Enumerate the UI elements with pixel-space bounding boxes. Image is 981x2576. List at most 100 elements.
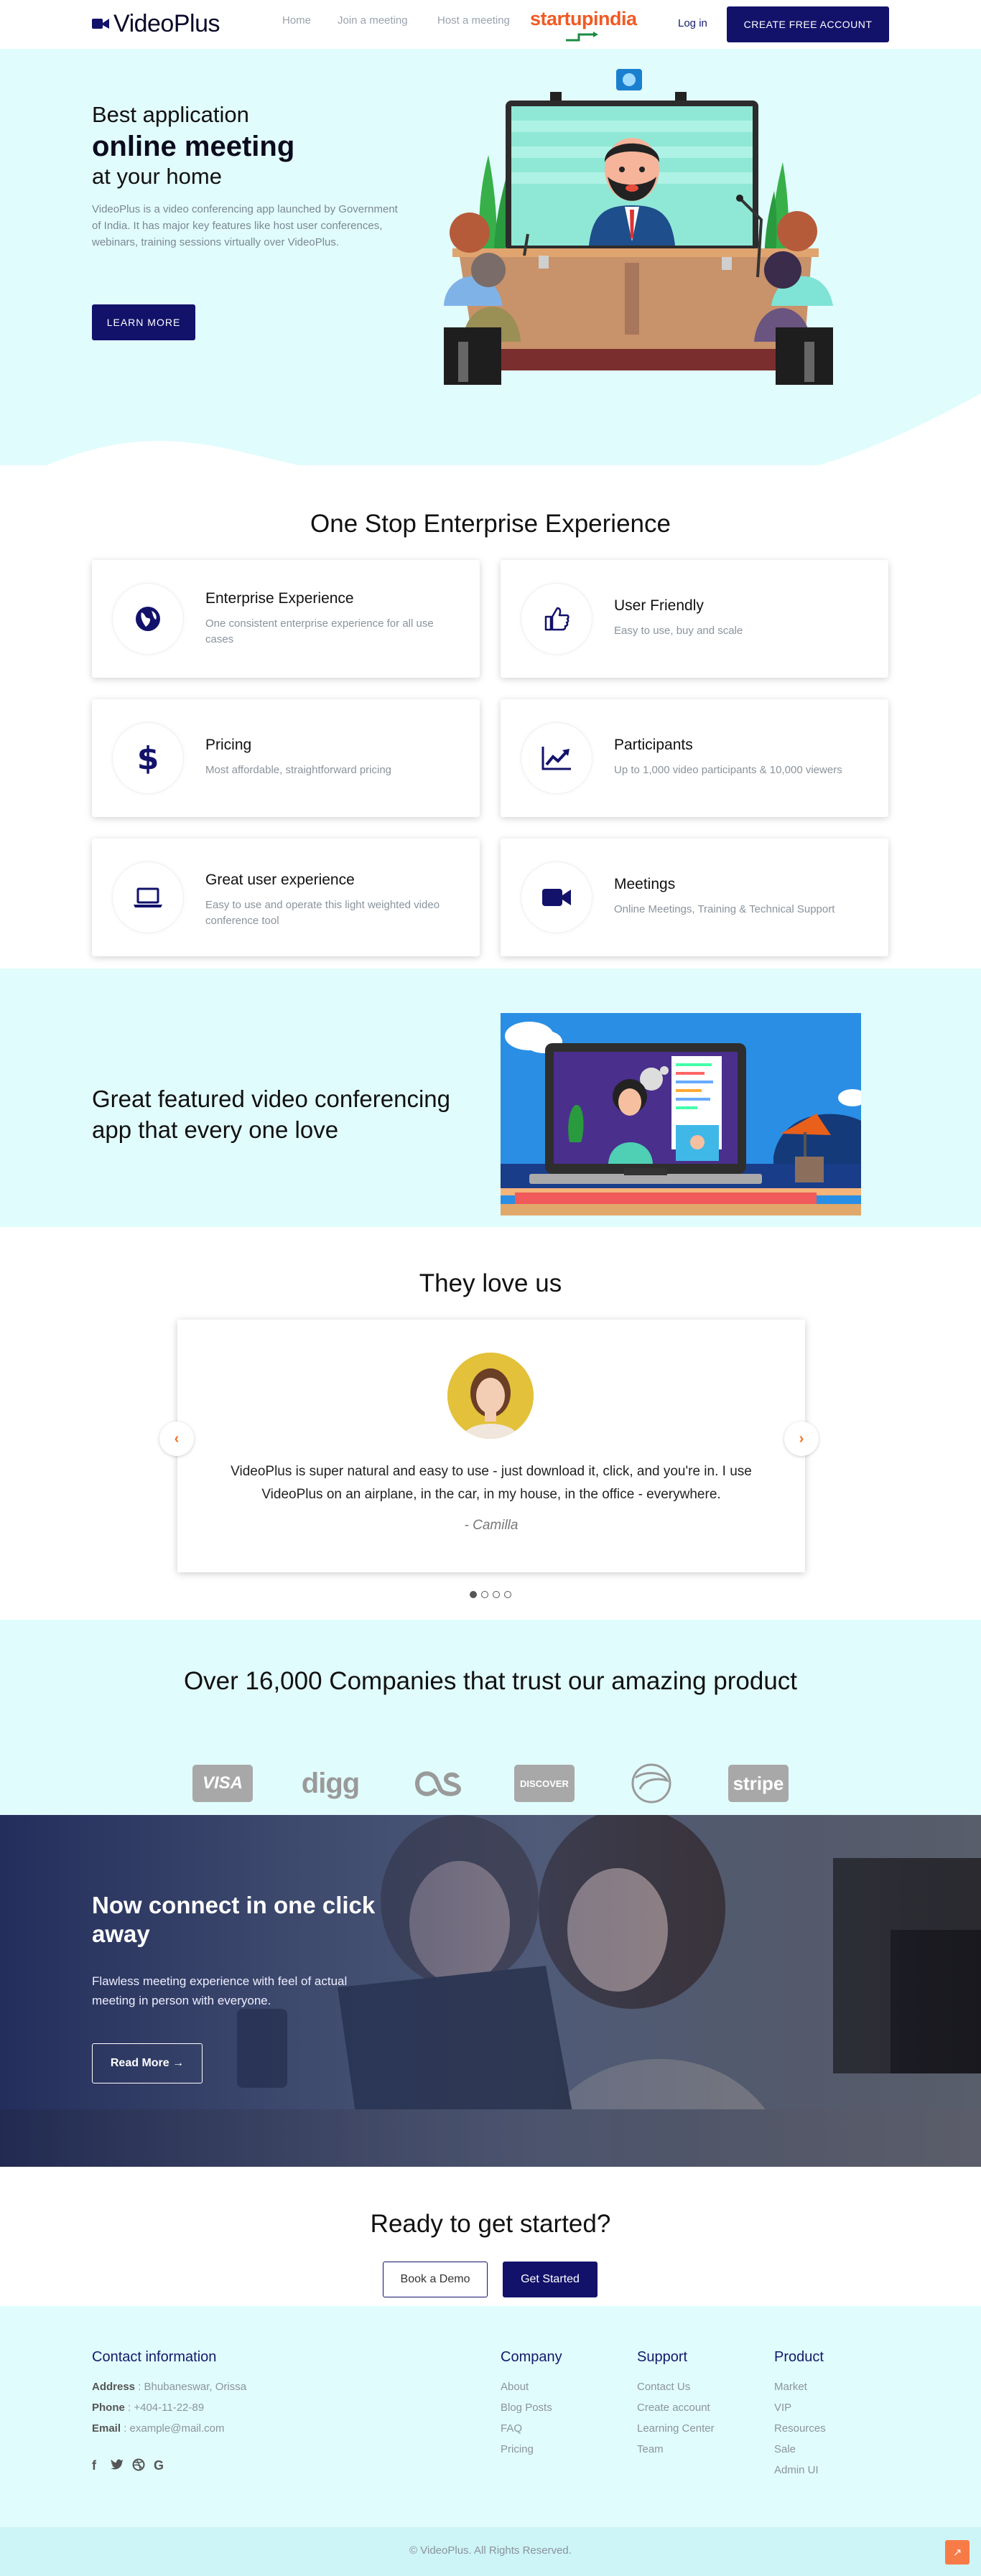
hero-heading-line1: Best application xyxy=(92,102,249,127)
companies-section: Over 16,000 Companies that trust our ama… xyxy=(0,1620,981,1815)
testimonial-author: - Camilla xyxy=(464,1518,519,1533)
testimonial-card: VideoPlus is super natural and easy to u… xyxy=(177,1320,805,1572)
footer-link-blog[interactable]: Blog Posts xyxy=(501,2402,552,2414)
footer-link-contact[interactable]: Contact Us xyxy=(637,2381,690,2393)
discover-logo-text: DISCOVER xyxy=(514,1765,575,1802)
startupindia-arrow-icon xyxy=(566,32,598,42)
email-value: : example@mail.com xyxy=(121,2422,225,2435)
twitter-icon[interactable] xyxy=(111,2458,124,2473)
dollar-icon: $ xyxy=(112,722,184,794)
nav-home[interactable]: Home xyxy=(282,14,311,27)
lastfm-logo xyxy=(409,1762,467,1805)
stripe-logo: stripe xyxy=(728,1762,789,1805)
company-heading: Company xyxy=(501,2349,562,2365)
feature-card-enterprise: Enterprise Experience One consistent ent… xyxy=(92,560,480,678)
address-value: : Bhubaneswar, Orissa xyxy=(135,2381,247,2393)
hero-heading-line3: at your home xyxy=(92,164,222,189)
nav-host-meeting[interactable]: Host a meeting xyxy=(437,14,510,27)
stripe-logo-text: stripe xyxy=(728,1765,789,1802)
thumbs-up-icon xyxy=(521,583,592,655)
chart-line-icon xyxy=(521,722,592,794)
carousel-dot-2[interactable] xyxy=(481,1591,488,1598)
card-desc: Up to 1,000 video participants & 10,000 … xyxy=(614,764,842,776)
video-camera-icon xyxy=(521,862,592,933)
product-heading: Product xyxy=(774,2349,824,2365)
carousel-next-button[interactable]: › xyxy=(784,1422,819,1456)
card-desc: One consistent enterprise experience for… xyxy=(205,617,434,645)
card-desc: Online Meetings, Training & Technical Su… xyxy=(614,903,835,915)
google-icon[interactable]: G xyxy=(154,2458,164,2473)
visa-logo-text: VISA xyxy=(192,1765,253,1802)
visa-logo: VISA xyxy=(192,1762,253,1805)
feature-card-user-friendly: User Friendly Easy to use, buy and scale xyxy=(501,560,888,678)
arrow-up-right-icon: ↗ xyxy=(952,2547,962,2559)
testimonial-quote: VideoPlus is super natural and easy to u… xyxy=(231,1464,752,1502)
connect-section: Now connect in one click away Flawless m… xyxy=(0,1815,981,2167)
discover-logo: DISCOVER xyxy=(514,1762,575,1805)
hero-wave-divider xyxy=(0,393,981,515)
carousel-dot-3[interactable] xyxy=(493,1591,500,1598)
globe-icon xyxy=(112,583,184,655)
startupindia-logo-text: startupindia xyxy=(530,8,637,29)
video-camera-icon xyxy=(92,18,109,29)
enterprise-title: One Stop Enterprise Experience xyxy=(310,510,671,538)
footer-link-create-account[interactable]: Create account xyxy=(637,2402,710,2414)
phone-label: Phone xyxy=(92,2402,125,2414)
carousel-dot-1[interactable] xyxy=(470,1591,477,1598)
address-line: Address : Bhubaneswar, Orissa xyxy=(92,2381,246,2393)
support-heading: Support xyxy=(637,2349,688,2365)
contact-heading: Contact information xyxy=(92,2349,217,2365)
companies-title: Over 16,000 Companies that trust our ama… xyxy=(183,1667,798,1695)
card-title: Great user experience xyxy=(205,872,355,888)
feature-title: Great featured video conferencing app th… xyxy=(92,1086,450,1143)
learn-more-button[interactable]: LEARN MORE xyxy=(92,304,195,340)
footer-link-pricing[interactable]: Pricing xyxy=(501,2443,534,2455)
hero-heading-line2: online meeting xyxy=(92,131,295,162)
footer-link-resources[interactable]: Resources xyxy=(774,2422,826,2435)
card-desc: Easy to use and operate this light weigh… xyxy=(205,899,440,927)
read-more-button[interactable]: Read More → xyxy=(92,2043,203,2083)
footer-link-faq[interactable]: FAQ xyxy=(501,2422,522,2435)
card-title: User Friendly xyxy=(614,597,704,614)
footer-link-about[interactable]: About xyxy=(501,2381,529,2393)
back-to-top-button[interactable]: ↗ xyxy=(945,2540,970,2565)
card-title: Meetings xyxy=(614,876,676,892)
footer-link-vip[interactable]: VIP xyxy=(774,2402,791,2414)
login-link[interactable]: Log in xyxy=(678,17,707,29)
footer-link-sale[interactable]: Sale xyxy=(774,2443,796,2455)
book-demo-button[interactable]: Book a Demo xyxy=(383,2262,488,2297)
carousel-prev-button[interactable]: ‹ xyxy=(159,1422,194,1456)
dribbble-icon[interactable] xyxy=(132,2458,145,2475)
avatar xyxy=(447,1353,534,1439)
facebook-icon[interactable]: f xyxy=(92,2458,96,2473)
footer-link-learning[interactable]: Learning Center xyxy=(637,2422,715,2435)
hero-section: Best application online meeting at your … xyxy=(0,49,981,515)
footer-link-market[interactable]: Market xyxy=(774,2381,807,2393)
feature-card-meetings: Meetings Online Meetings, Training & Tec… xyxy=(501,839,888,956)
copyright-bar: © VideoPlus. All Rights Reserved. ↗ xyxy=(0,2527,981,2576)
connect-description: Flawless meeting experience with feel of… xyxy=(92,1974,348,2007)
card-title: Participants xyxy=(614,737,693,753)
meeting-illustration xyxy=(444,69,833,385)
footer-link-admin-ui[interactable]: Admin UI xyxy=(774,2464,819,2476)
brand-logo[interactable]: VideoPlus xyxy=(92,10,220,38)
nav-join-meeting[interactable]: Join a meeting xyxy=(338,14,408,27)
email-label: Email xyxy=(92,2422,121,2435)
connect-title: Now connect in one click away xyxy=(92,1892,376,1947)
get-started-button[interactable]: Get Started xyxy=(503,2262,598,2297)
card-desc: Most affordable, straightforward pricing xyxy=(205,764,392,776)
carousel-dot-4[interactable] xyxy=(504,1591,511,1598)
feature-card-participants: Participants Up to 1,000 video participa… xyxy=(501,699,888,817)
card-desc: Easy to use, buy and scale xyxy=(614,625,743,637)
site-header: VideoPlus Home Join a meeting Host a mee… xyxy=(0,0,981,49)
create-account-button[interactable]: CREATE FREE ACCOUNT xyxy=(727,6,889,42)
brand-name: VideoPlus xyxy=(113,10,220,37)
copyright-text: © VideoPlus. All Rights Reserved. xyxy=(409,2544,572,2557)
startupindia-logo: startupindia xyxy=(530,8,637,42)
footer-link-team[interactable]: Team xyxy=(637,2443,664,2455)
phone-value: : +404-11-22-89 xyxy=(124,2402,205,2414)
feature-card-pricing: $ Pricing Most affordable, straightforwa… xyxy=(92,699,480,817)
card-title: Pricing xyxy=(205,737,252,753)
chevron-right-icon: › xyxy=(799,1430,804,1447)
ready-title: Ready to get started? xyxy=(370,2210,611,2238)
